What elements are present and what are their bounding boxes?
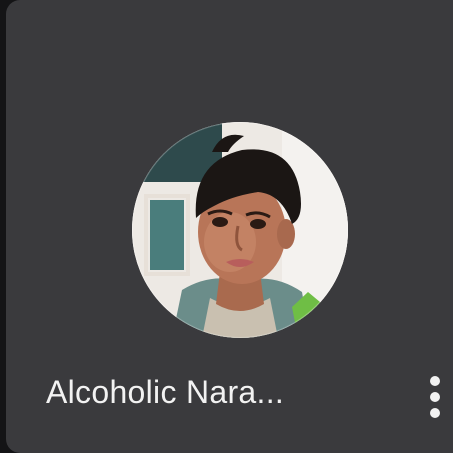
participant-tile[interactable]: Alcoholic Nara... — [6, 0, 453, 453]
more-options-button[interactable] — [420, 372, 450, 422]
more-vertical-icon — [430, 376, 440, 386]
avatar — [132, 122, 348, 338]
participant-name: Alcoholic Nara... — [46, 374, 285, 410]
avatar-photo — [132, 122, 348, 338]
more-vertical-icon-dot — [430, 392, 440, 402]
more-vertical-icon-dot — [430, 408, 440, 418]
